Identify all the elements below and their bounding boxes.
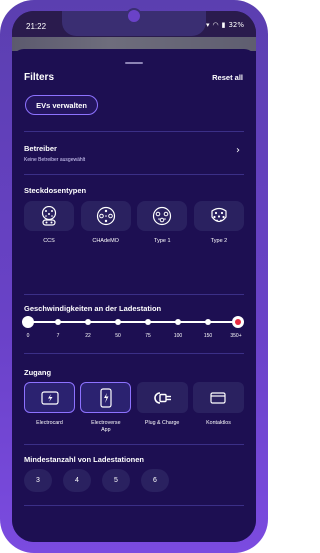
min-stations-options: 3 4 5 6 (24, 469, 169, 492)
speed-label: 150 (203, 333, 213, 339)
page-title: Filters (24, 72, 55, 83)
speed-label: 7 (56, 333, 60, 339)
min-stations-option[interactable]: 5 (102, 469, 130, 492)
reset-all-button[interactable]: Reset all (212, 73, 243, 82)
divider (24, 131, 244, 132)
access-option-plug-charge[interactable]: Plug & Charge (136, 382, 188, 434)
phone-frame: 21:22 ▾ ◠ ▮ 32% Filters Reset all EVs ve… (0, 0, 268, 553)
speed-label: 350+ (230, 333, 242, 339)
ccs-plug-icon (41, 206, 57, 226)
slider-min-handle[interactable] (22, 316, 34, 328)
speed-title: Geschwindigkeiten an der Ladestation (24, 304, 162, 313)
plug-types-title: Steckdosentypen (24, 186, 87, 195)
wifi-icon: ◠ (212, 21, 219, 29)
min-stations-option[interactable]: 3 (24, 469, 52, 492)
access-label: Electroverse App (91, 420, 121, 433)
battery-percent: 32% (228, 21, 244, 29)
access-label: Electrocard (36, 420, 63, 426)
plug-label: CCS (43, 238, 55, 244)
plug-charge-icon (154, 391, 172, 404)
access-grid: Electrocard Electroverse App Plug & Char… (24, 382, 244, 434)
plug-label: Type 1 (154, 238, 171, 244)
divider (24, 174, 244, 175)
plug-tile[interactable] (24, 201, 74, 231)
contactless-card-icon (210, 391, 227, 404)
operator-title[interactable]: Betreiber (24, 144, 57, 153)
type1-plug-icon (153, 206, 172, 226)
access-option-electrocard[interactable]: Electrocard (24, 382, 75, 434)
access-tile[interactable] (24, 382, 75, 413)
divider (24, 353, 244, 354)
battery-icon: ▮ (221, 21, 226, 29)
access-label: Kontaktlos (206, 420, 231, 426)
speed-label: 22 (85, 333, 91, 339)
plug-label: Type 2 (210, 238, 228, 244)
divider (24, 444, 244, 445)
slider-tick (55, 319, 61, 325)
access-option-electroverse-app[interactable]: Electroverse App (80, 382, 132, 434)
slider-tick (115, 319, 121, 325)
plug-tile[interactable] (80, 201, 131, 231)
slider-max-handle[interactable] (232, 316, 244, 328)
chademo-plug-icon (96, 206, 115, 226)
access-tile[interactable] (136, 382, 188, 413)
plug-option-type1[interactable]: Type 1 (137, 201, 188, 244)
slider-tick (175, 319, 181, 325)
plug-tile[interactable] (193, 201, 244, 231)
access-tile[interactable] (192, 382, 244, 413)
access-label: Plug & Charge (144, 420, 180, 426)
speed-label: 100 (173, 333, 183, 339)
divider (24, 505, 244, 506)
min-stations-option[interactable]: 4 (63, 469, 91, 492)
speed-label: 75 (145, 333, 151, 339)
speed-slider[interactable]: 0 7 22 50 75 100 150 350+ (22, 316, 244, 341)
min-stations-title: Mindestanzahl von Ladestationen (24, 455, 145, 464)
charge-card-icon (40, 390, 59, 405)
plug-label: CHAdeMO (92, 238, 119, 244)
divider (24, 294, 244, 295)
operator-subtitle: Keine Betreiber ausgewählt (24, 157, 86, 163)
slider-tick (145, 319, 151, 325)
status-time: 21:22 (26, 22, 47, 31)
plug-type-grid: CCS CHAdeMO Type 1 Type 2 (24, 201, 244, 244)
type2-plug-icon (211, 207, 227, 223)
sheet-handle[interactable] (125, 62, 143, 64)
access-tile[interactable] (80, 382, 132, 413)
slider-tick (85, 319, 91, 325)
plug-option-chademo[interactable]: CHAdeMO (80, 201, 131, 244)
screen: 21:22 ▾ ◠ ▮ 32% Filters Reset all EVs ve… (12, 11, 256, 542)
plug-tile[interactable] (137, 201, 188, 231)
min-stations-option[interactable]: 6 (141, 469, 169, 492)
slider-tick (205, 319, 211, 325)
access-option-contactless[interactable]: Kontaktlos (192, 382, 244, 434)
signal-icon: ▾ (205, 21, 210, 29)
plug-option-type2[interactable]: Type 2 (193, 201, 244, 244)
phone-app-icon (100, 387, 112, 408)
status-icons: ▾ ◠ ▮ 32% (206, 21, 244, 30)
access-title: Zugang (24, 368, 52, 377)
plug-option-ccs[interactable]: CCS (24, 201, 74, 244)
chevron-right-icon[interactable]: › (236, 145, 240, 156)
manage-evs-button[interactable]: EVs verwalten (25, 95, 98, 115)
speed-label: 0 (26, 333, 30, 339)
camera-icon (126, 8, 142, 24)
speed-label: 50 (115, 333, 121, 339)
